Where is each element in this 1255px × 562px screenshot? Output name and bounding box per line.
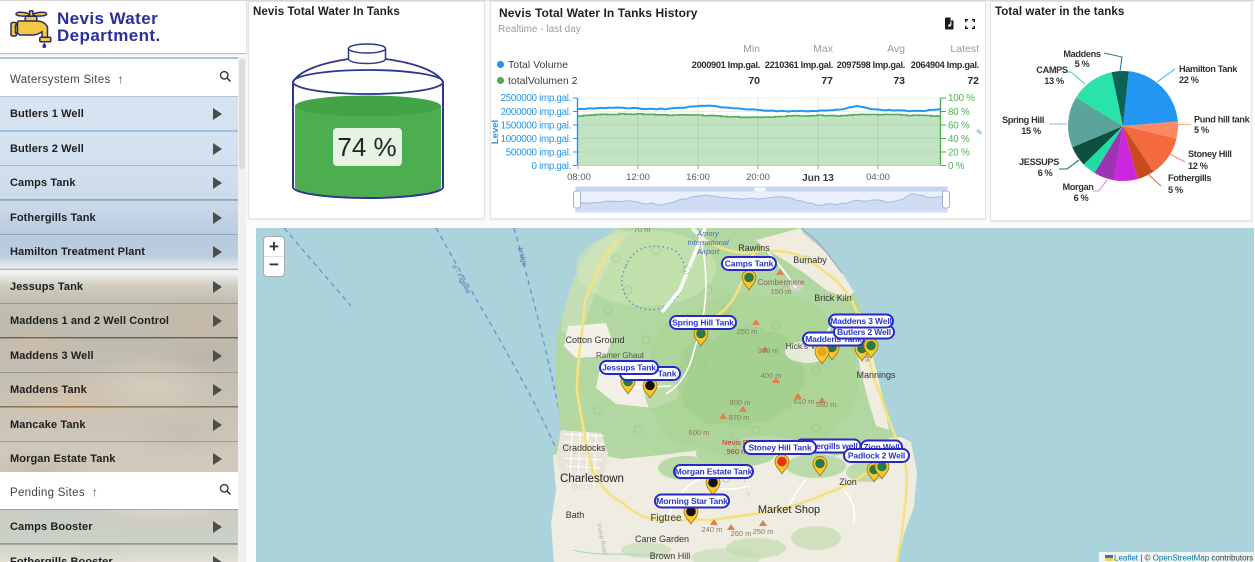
svg-text:610 m: 610 m <box>794 397 815 406</box>
svg-text:Brick Kiln: Brick Kiln <box>814 293 852 303</box>
svg-text:Amory: Amory <box>696 229 720 238</box>
svg-text:Camps Tank: Camps Tank <box>725 259 774 269</box>
svg-text:330 m: 330 m <box>758 346 779 355</box>
svg-text:Morgan Estate Tank: Morgan Estate Tank <box>675 467 753 477</box>
svg-text:Zion: Zion <box>839 477 857 487</box>
svg-text:22 %: 22 % <box>1179 75 1199 85</box>
svg-text:70: 70 <box>748 75 760 87</box>
svg-text:Latest: Latest <box>950 43 979 55</box>
svg-text:04:00: 04:00 <box>866 172 890 183</box>
svg-text:100 %: 100 % <box>948 93 975 104</box>
svg-text:Max: Max <box>813 43 834 55</box>
svg-text:60 %: 60 % <box>948 121 970 132</box>
svg-text:0 %: 0 % <box>948 161 965 172</box>
svg-text:Brown Hill: Brown Hill <box>650 551 691 561</box>
svg-text:2097598 Imp.gal.: 2097598 Imp.gal. <box>837 60 905 70</box>
svg-text:5 %: 5 % <box>1075 59 1090 69</box>
svg-text:2000901 Imp.gal.: 2000901 Imp.gal. <box>692 60 760 70</box>
svg-text:Butlers 2 Well: Butlers 2 Well <box>837 327 891 337</box>
svg-text:260 m: 260 m <box>731 529 752 538</box>
svg-text:Bath: Bath <box>566 510 585 520</box>
svg-text:International: International <box>687 238 729 247</box>
svg-text:250 m: 250 m <box>737 327 758 336</box>
svg-text:Jun 13: Jun 13 <box>802 173 834 184</box>
svg-text:15 %: 15 % <box>1021 126 1041 136</box>
svg-text:2064904 Imp.gal.: 2064904 Imp.gal. <box>911 60 979 70</box>
svg-text:JESSUPS: JESSUPS <box>1019 157 1059 167</box>
svg-text:13 %: 13 % <box>1044 76 1064 86</box>
svg-text:Spring Hill Tank: Spring Hill Tank <box>672 318 734 328</box>
svg-text:2500000 imp.gal.: 2500000 imp.gal. <box>501 93 571 104</box>
svg-text:Hamilton Tank: Hamilton Tank <box>1179 64 1238 74</box>
svg-text:150 m: 150 m <box>771 287 792 296</box>
svg-text:Morning Star Tank: Morning Star Tank <box>656 496 728 506</box>
svg-text:Rawlins: Rawlins <box>738 243 770 253</box>
svg-text:Avg: Avg <box>887 43 905 55</box>
svg-text:560 m: 560 m <box>816 400 837 409</box>
svg-text:240 m: 240 m <box>702 525 723 534</box>
svg-text:6 %: 6 % <box>1038 168 1053 178</box>
svg-text:Pund hill tank: Pund hill tank <box>1194 115 1251 125</box>
svg-text:08:00: 08:00 <box>567 172 591 183</box>
svg-text:Fothergills: Fothergills <box>1168 173 1211 183</box>
svg-text:6 %: 6 % <box>1074 193 1089 203</box>
svg-text:20:00: 20:00 <box>746 172 770 183</box>
svg-text:Charlestown: Charlestown <box>560 473 624 485</box>
svg-text:Padlock 2 Well: Padlock 2 Well <box>848 451 905 461</box>
svg-text:Stoney Hill: Stoney Hill <box>1188 149 1232 159</box>
svg-text:Market Shop: Market Shop <box>758 504 820 516</box>
svg-text:Cane Garden: Cane Garden <box>635 534 689 544</box>
svg-text:Min: Min <box>743 43 760 55</box>
svg-text:Burnaby: Burnaby <box>793 255 827 265</box>
svg-text:74 %: 74 % <box>337 132 396 162</box>
svg-text:Morgan: Morgan <box>1062 182 1094 192</box>
svg-text:870 m: 870 m <box>729 413 750 422</box>
svg-text:250 m: 250 m <box>753 527 774 536</box>
svg-text:1000000 imp.gal.: 1000000 imp.gal. <box>501 134 571 145</box>
svg-text:Total Volume: Total Volume <box>508 59 568 71</box>
svg-text:Jessups Tank: Jessups Tank <box>602 363 656 373</box>
svg-text:0 imp.gal.: 0 imp.gal. <box>532 161 571 172</box>
svg-text:80 %: 80 % <box>948 107 970 118</box>
svg-text:5 %: 5 % <box>1194 125 1209 135</box>
svg-text:totalVolumen 2: totalVolumen 2 <box>508 75 578 87</box>
svg-text:12:00: 12:00 <box>626 172 650 183</box>
svg-text:5 %: 5 % <box>1168 185 1183 195</box>
svg-text:Maddens 3 Well: Maddens 3 Well <box>830 316 892 326</box>
svg-text:16:00: 16:00 <box>686 172 710 183</box>
svg-text:Craddocks: Craddocks <box>562 443 606 453</box>
svg-text:Tank: Tank <box>658 369 677 379</box>
svg-text:Ramer Ghaut: Ramer Ghaut <box>596 351 645 360</box>
svg-text:Airport: Airport <box>696 247 720 256</box>
svg-text:Combermere: Combermere <box>758 278 805 287</box>
svg-text:Spring Hill: Spring Hill <box>1002 115 1044 125</box>
svg-text:70 m: 70 m <box>634 228 651 234</box>
svg-text:✎: ✎ <box>976 128 983 137</box>
svg-text:CAMPS: CAMPS <box>1036 65 1068 75</box>
svg-text:72: 72 <box>967 75 979 87</box>
svg-text:600 m: 600 m <box>689 428 710 437</box>
svg-text:500000 imp.gal.: 500000 imp.gal. <box>506 148 571 159</box>
svg-text:Maddens: Maddens <box>1063 49 1101 59</box>
svg-text:400 m: 400 m <box>761 371 782 380</box>
svg-text:Figtree: Figtree <box>650 513 682 524</box>
svg-text:2000000 imp.gal.: 2000000 imp.gal. <box>501 107 571 118</box>
svg-text:40 %: 40 % <box>948 134 970 145</box>
svg-text:12 %: 12 % <box>1188 161 1208 171</box>
svg-text:77: 77 <box>821 75 833 87</box>
svg-text:Mannings: Mannings <box>856 370 896 380</box>
svg-text:2210361 Imp.gal.: 2210361 Imp.gal. <box>765 60 833 70</box>
svg-text:1500000 imp.gal.: 1500000 imp.gal. <box>501 121 571 132</box>
svg-text:73: 73 <box>893 75 905 87</box>
svg-text:20 %: 20 % <box>948 148 970 159</box>
svg-text:800 m: 800 m <box>730 398 751 407</box>
svg-text:Cotton Ground: Cotton Ground <box>565 335 624 345</box>
svg-text:Level: Level <box>490 120 501 144</box>
svg-text:Stoney Hill Tank: Stoney Hill Tank <box>748 443 812 453</box>
svg-text:Leaflet | © OpenStreetMap cont: Leaflet | © OpenStreetMap contributors <box>1114 554 1253 562</box>
